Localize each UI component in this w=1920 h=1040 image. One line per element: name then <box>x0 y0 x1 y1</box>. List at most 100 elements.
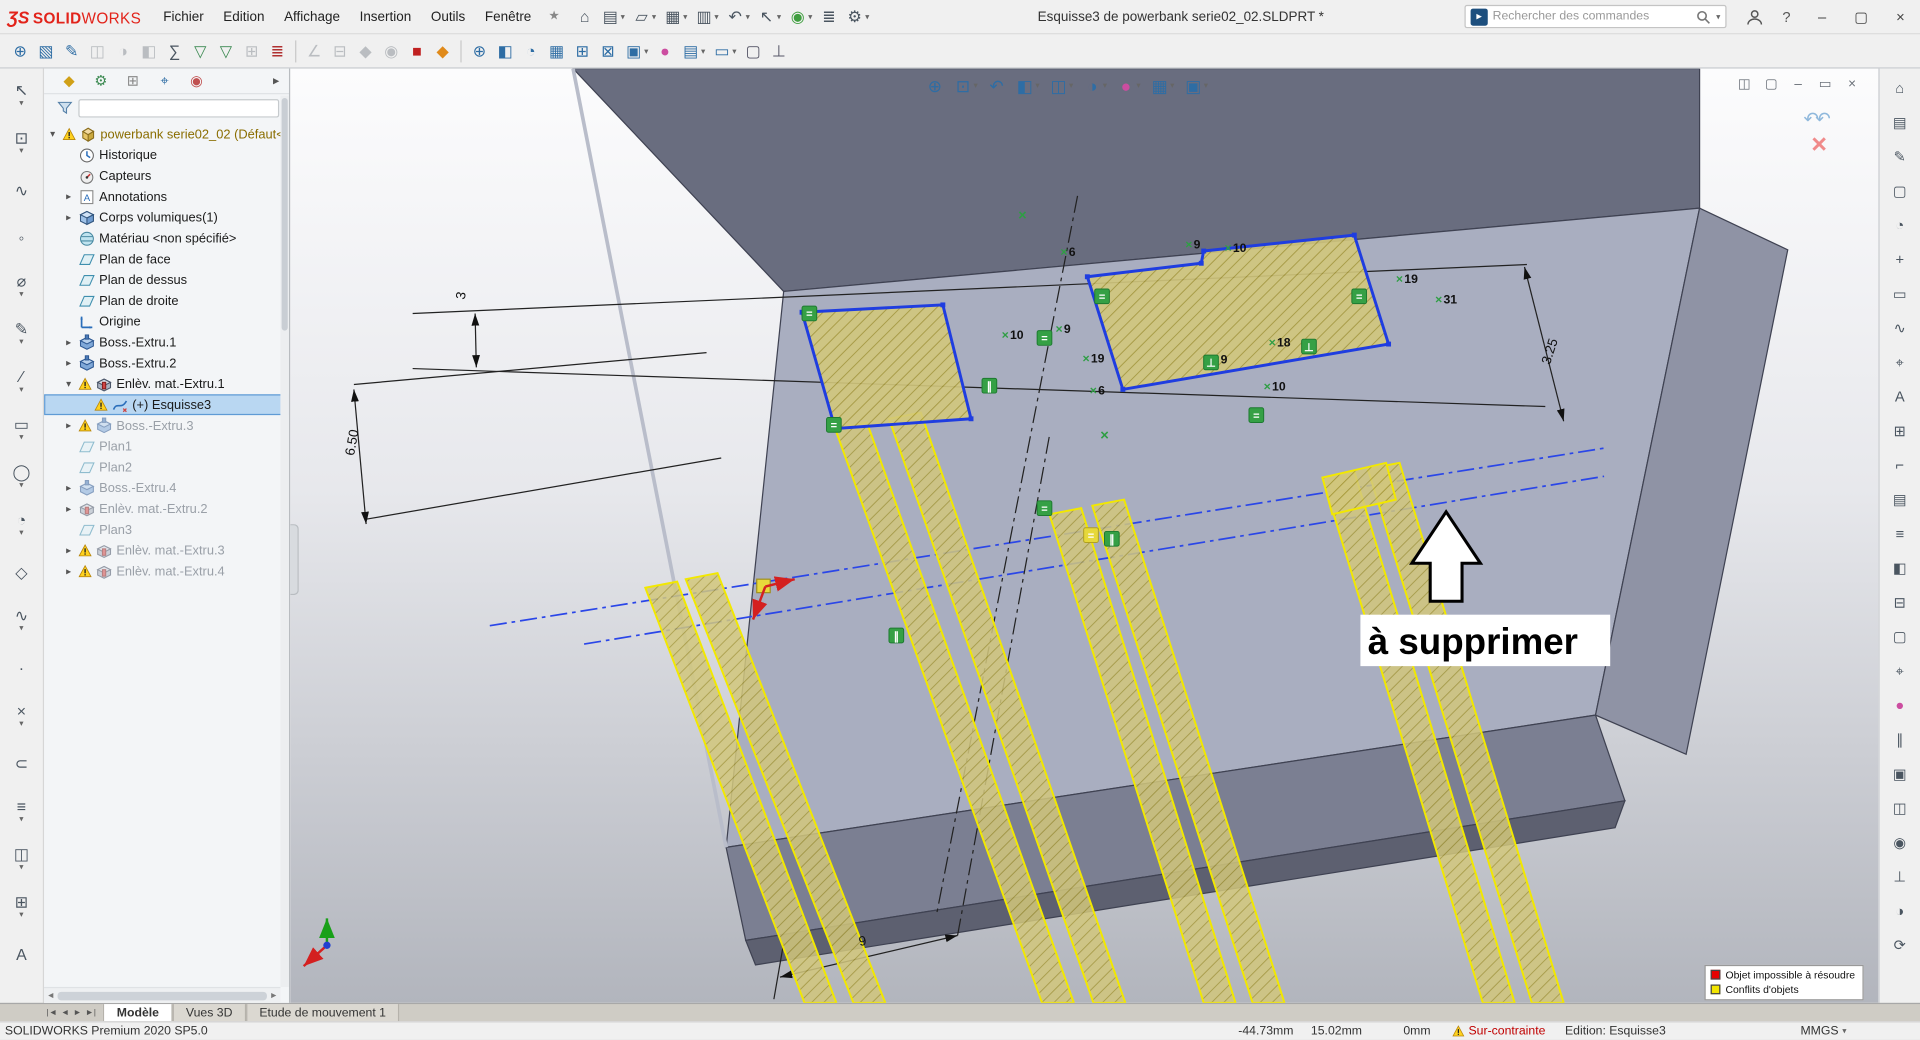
dropdown-caret-icon[interactable]: ▾ <box>19 146 23 156</box>
tree-item-plan1[interactable]: Plan1 <box>44 436 289 457</box>
doc-tab-vues-3d[interactable]: Vues 3D <box>172 1004 246 1022</box>
graphics-viewport[interactable]: 36.503.259 ×6×9×10×10×9×19×9×18×19×31×6×… <box>290 68 1879 1003</box>
constraint-icon[interactable]: = <box>826 417 842 433</box>
line-icon[interactable]: ∕ ▾ <box>3 358 40 406</box>
expand-arrow-icon[interactable]: ▸ <box>62 482 74 493</box>
tab-first-icon[interactable]: |◄ <box>47 1008 58 1017</box>
rotate-tool-icon[interactable]: ⟳ <box>1881 928 1918 962</box>
filter-entities-icon[interactable]: ▽ <box>187 36 213 65</box>
dropdown-caret-icon[interactable]: ▾ <box>19 432 23 442</box>
expand-arrow-icon[interactable]: ▸ <box>62 566 74 577</box>
tree-item-plan-de-droite[interactable]: Plan de droite <box>44 290 289 311</box>
filter-funnel-icon[interactable] <box>56 99 73 116</box>
home-icon[interactable]: ⌂ <box>572 3 598 30</box>
help-icon[interactable]: ? <box>1771 1 1803 33</box>
new-window-icon[interactable]: ▢ <box>1760 73 1783 95</box>
quick-snaps-icon[interactable]: ≣ <box>264 36 290 65</box>
units-caret-icon[interactable]: ▾ <box>1842 1026 1846 1036</box>
search-scope-icon[interactable]: ▸ <box>1470 7 1488 26</box>
tree-item-boss-extru-2[interactable]: ▸ Boss.-Extru.2 <box>44 353 289 374</box>
menu-insertion[interactable]: Insertion <box>350 0 421 33</box>
command-search[interactable]: ▸ ▾ <box>1464 4 1727 29</box>
apply-scene-icon[interactable]: ▦ ▾ <box>1147 72 1178 98</box>
tree-item-corps-volumiques-1[interactable]: ▸ Corps volumiques(1) <box>44 207 289 228</box>
circle-icon[interactable]: ◯ ▾ <box>3 453 40 501</box>
polygon-icon[interactable]: ◇ <box>3 549 40 597</box>
hide-show-items-icon[interactable]: ◑ ▾ <box>1079 72 1110 98</box>
design-library-icon[interactable]: ▤ <box>1881 105 1918 139</box>
box-select-icon[interactable]: ⊡ ▾ <box>3 119 40 167</box>
tree-item-enl-v-mat-extru-3[interactable]: ▸ Enlèv. mat.-Extru.3 <box>44 540 289 561</box>
text-note-icon[interactable]: A <box>1881 380 1918 414</box>
undo-icon[interactable]: ↶ ▾ <box>722 3 753 30</box>
zoom-to-area-icon[interactable]: ⊡ ▾ <box>950 72 981 98</box>
print-icon[interactable]: ▥ ▾ <box>691 3 722 30</box>
dropdown-caret-icon[interactable]: ▾ <box>732 46 736 56</box>
rectangle-icon[interactable]: ▭ ▾ <box>3 405 40 453</box>
expand-arrow-icon[interactable]: ▸ <box>62 191 74 202</box>
tree-filter-input[interactable] <box>78 98 280 117</box>
tab-nav-arrows[interactable]: |◄ ◄ ► ►| <box>47 1004 96 1021</box>
perpendicular-tool-icon[interactable]: ⊥ <box>1881 860 1918 894</box>
sketch-dimension-value[interactable]: ×9 <box>1185 238 1200 252</box>
tree-item-esquisse3[interactable]: (+) Esquisse3 <box>44 394 289 416</box>
sketch-dimension-value[interactable]: ×19 <box>1396 272 1418 286</box>
dropdown-caret-icon[interactable]: ▾ <box>19 384 23 395</box>
dropdown-caret-icon[interactable]: ▾ <box>19 98 23 108</box>
tree-item-plan-de-dessus[interactable]: Plan de dessus <box>44 269 289 290</box>
expand-arrow-icon[interactable]: ▸ <box>62 503 74 514</box>
expand-arrow-icon[interactable]: ▸ <box>62 358 74 369</box>
display-style-wireframe-icon[interactable]: ⊞ <box>569 36 595 65</box>
tab-last-icon[interactable]: ►| <box>85 1008 96 1017</box>
dropdown-caret-icon[interactable]: ▾ <box>1204 80 1208 90</box>
user-account-icon[interactable] <box>1739 1 1771 33</box>
rebuild-icon[interactable]: ◉ ▾ <box>785 3 816 30</box>
offset-entities-icon[interactable]: ≡ ▾ <box>3 787 40 835</box>
dropdown-caret-icon[interactable]: ▾ <box>19 814 23 825</box>
constraint-icon[interactable]: = <box>1248 407 1265 423</box>
expand-arrow-icon[interactable]: ▾ <box>47 129 59 140</box>
tree-item-enl-v-mat-extru-4[interactable]: ▸ Enlèv. mat.-Extru.4 <box>44 561 289 582</box>
file-explorer-icon[interactable]: ▢ <box>1881 174 1918 208</box>
dropdown-caret-icon[interactable]: ▾ <box>777 12 781 22</box>
search-icon[interactable] <box>1697 9 1712 24</box>
dropdown-caret-icon[interactable]: ▾ <box>652 12 656 22</box>
tree-horizontal-scrollbar[interactable]: ◄ ► <box>44 986 281 1003</box>
display-style-icon[interactable]: ◫ ▾ <box>1046 72 1077 98</box>
panel-collapse-handle[interactable] <box>290 524 299 596</box>
text-tool-icon[interactable]: A <box>3 931 40 979</box>
new-document-icon[interactable]: ▤ ▾ <box>597 3 628 30</box>
search-caret-icon[interactable]: ▾ <box>1716 12 1720 22</box>
scroll-left-icon[interactable]: ◄ <box>47 991 55 1000</box>
circle-tool-icon[interactable]: ◉ <box>1881 825 1918 859</box>
tree-vertical-scrollbar[interactable] <box>280 95 289 987</box>
expand-arrow-icon[interactable]: ▸ <box>62 337 74 348</box>
dimxpertmanager-tab-icon[interactable]: ⌖ <box>154 70 175 92</box>
half-tool-icon[interactable]: ◑ <box>1881 894 1918 928</box>
constraint-icon[interactable]: ∥ <box>888 627 905 644</box>
sketch-dimension-value[interactable]: ×10 <box>1002 328 1024 342</box>
open-document-icon[interactable]: ▱ ▾ <box>629 3 660 30</box>
spell-check-icon[interactable]: ▧ <box>33 36 59 65</box>
sketch-icon[interactable]: ✎ ▾ <box>3 310 40 358</box>
previous-view-icon[interactable]: ◔ <box>518 36 544 65</box>
tree-item-origine[interactable]: Origine <box>44 311 289 332</box>
rect-tool-icon[interactable]: ▭ <box>1881 277 1918 311</box>
constraint-icon[interactable]: ⊥ <box>1203 354 1219 371</box>
dropdown-caret-icon[interactable]: ▾ <box>973 80 977 90</box>
exit-sketch-icon[interactable]: ↶↶ <box>1804 108 1831 130</box>
verification-icon[interactable]: ⊕ <box>7 36 33 65</box>
menu-fen-tre[interactable]: Fenêtre <box>475 0 541 33</box>
constraint-icon[interactable]: ∥ <box>1104 530 1120 547</box>
tab-prev-icon[interactable]: ◄ <box>61 1008 69 1017</box>
options-icon[interactable]: ⚙ ▾ <box>842 3 873 30</box>
corner-tool-icon[interactable]: ⌐ <box>1881 448 1918 482</box>
configurationmanager-tab-icon[interactable]: ⊞ <box>122 70 143 92</box>
zoom-to-fit-icon[interactable]: ⊕ <box>467 36 493 65</box>
lasso-select-icon[interactable]: ∿ <box>3 167 40 215</box>
close-doc-icon[interactable]: × <box>1840 73 1863 95</box>
dropdown-caret-icon[interactable]: ▾ <box>1069 80 1073 90</box>
minimize-doc-icon[interactable]: – <box>1787 73 1810 95</box>
floor-icon[interactable]: ⊥ <box>766 36 792 65</box>
expand-arrow-icon[interactable]: ▾ <box>62 378 74 389</box>
